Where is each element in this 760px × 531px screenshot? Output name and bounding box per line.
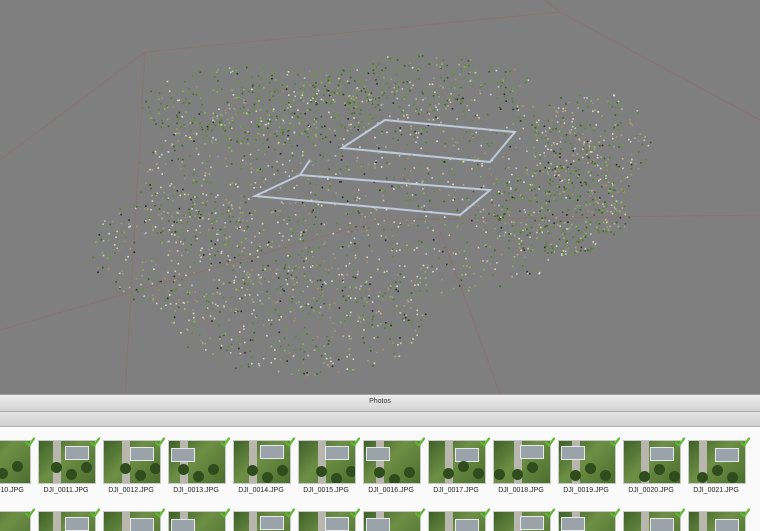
photo-thumbnail[interactable]	[168, 440, 226, 484]
photo-filename: DJI_0012.JPG	[108, 487, 154, 494]
photo-thumbnail[interactable]	[623, 440, 681, 484]
checkmark-icon	[610, 508, 620, 518]
checkmark-icon	[545, 508, 555, 518]
point-cloud-render[interactable]	[0, 0, 760, 394]
photo-filename: DJI_0011.JPG	[43, 487, 89, 494]
checkmark-icon	[155, 437, 165, 447]
checkmark-icon	[220, 508, 230, 518]
point-cloud-points	[92, 55, 652, 377]
bounding-box	[0, 0, 760, 394]
photo-thumbnail[interactable]	[623, 511, 681, 531]
checkmark-icon	[285, 508, 295, 518]
photo-thumbnail[interactable]	[103, 511, 161, 531]
checkmark-icon	[90, 508, 100, 518]
photos-panel-header[interactable]: Photos	[0, 394, 760, 412]
point-cloud-viewport[interactable]	[0, 0, 760, 394]
photo-thumbnail[interactable]	[688, 440, 746, 484]
photo-thumbnail[interactable]	[493, 440, 551, 484]
photo-filename: DJI_0013.JPG	[173, 487, 219, 494]
checkmark-icon	[675, 437, 685, 447]
photo-thumbnail[interactable]	[363, 511, 421, 531]
checkmark-icon	[545, 437, 555, 447]
photos-toolbar	[0, 412, 760, 427]
checkmark-icon	[25, 437, 35, 447]
checkmark-icon	[25, 508, 35, 518]
photo-thumbnail[interactable]	[493, 511, 551, 531]
photo-filename: DJI_0021.JPG	[693, 487, 739, 494]
photo-thumbnail[interactable]	[428, 511, 486, 531]
checkmark-icon	[415, 437, 425, 447]
checkmark-icon	[90, 437, 100, 447]
photo-thumbnail[interactable]	[233, 440, 291, 484]
photo-thumbnail[interactable]	[363, 440, 421, 484]
photo-filename: DJI_0010.JPG	[0, 487, 24, 494]
photo-filename: DJI_0018.JPG	[498, 487, 544, 494]
checkmark-icon	[480, 508, 490, 518]
photo-thumbnail[interactable]	[298, 440, 356, 484]
photo-thumbnail[interactable]	[38, 511, 96, 531]
photo-filename: DJI_0017.JPG	[433, 487, 479, 494]
checkmark-icon	[350, 437, 360, 447]
checkmark-icon	[285, 437, 295, 447]
photo-thumbnail[interactable]	[688, 511, 746, 531]
building-roof-outlines	[251, 118, 517, 217]
checkmark-icon	[155, 508, 165, 518]
checkmark-icon	[675, 508, 685, 518]
photos-grid[interactable]: DJI_0010.JPG DJI_0011.JPG DJI_0012.JPG DJI_…	[0, 427, 760, 531]
photo-thumbnail[interactable]	[558, 440, 616, 484]
photo-filename: DJI_0019.JPG	[563, 487, 609, 494]
photo-thumbnail[interactable]	[103, 440, 161, 484]
photo-thumbnail[interactable]	[38, 440, 96, 484]
photo-filename: DJI_0014.JPG	[238, 487, 284, 494]
photo-thumbnail[interactable]	[558, 511, 616, 531]
checkmark-icon	[480, 437, 490, 447]
checkmark-icon	[415, 508, 425, 518]
photo-filename: DJI_0015.JPG	[303, 487, 349, 494]
photos-panel-title: Photos	[369, 398, 391, 405]
checkmark-icon	[610, 437, 620, 447]
photo-thumbnail[interactable]	[298, 511, 356, 531]
checkmark-icon	[740, 437, 750, 447]
photo-thumbnail[interactable]	[233, 511, 291, 531]
photo-thumbnail[interactable]	[428, 440, 486, 484]
photo-filename: DJI_0016.JPG	[368, 487, 414, 494]
checkmark-icon	[220, 437, 230, 447]
checkmark-icon	[350, 508, 360, 518]
checkmark-icon	[740, 508, 750, 518]
photo-filename: DJI_0020.JPG	[628, 487, 674, 494]
photo-thumbnail[interactable]	[168, 511, 226, 531]
